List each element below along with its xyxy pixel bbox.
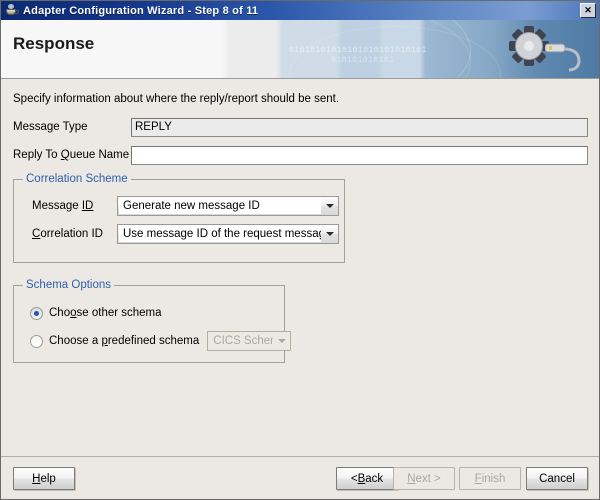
wizard-window: Adapter Configuration Wizard - Step 8 of…	[0, 0, 600, 500]
page-title: Response	[13, 34, 95, 53]
correlation-id-label: Correlation ID	[32, 228, 103, 240]
button-bar: Help < Back Next > Finish Cancel	[1, 456, 599, 499]
reply-to-queue-label: Reply To Queue Name	[13, 149, 130, 161]
help-button[interactable]: Help	[13, 467, 75, 490]
cable-icon	[544, 40, 591, 74]
message-id-combo[interactable]: Generate new message ID	[117, 196, 339, 216]
radio-label-other-schema: Choose other schema	[49, 307, 162, 319]
field-row-correlation-id: Correlation ID Use message ID of the req…	[32, 224, 339, 244]
radio-label-predefined-schema: Choose a predefined schema	[49, 335, 200, 347]
radio-choose-other-schema[interactable]: Choose other schema	[30, 304, 162, 322]
wizard-banner: Response 01010101010101010101010101 0101…	[1, 20, 599, 79]
chevron-down-icon	[321, 232, 338, 236]
message-id-combo-value: Generate new message ID	[119, 198, 321, 214]
field-row-message-type: Message Type	[13, 117, 588, 137]
java-coffee-cup-icon	[5, 3, 19, 18]
chevron-down-icon	[321, 204, 338, 208]
chevron-down-icon	[273, 339, 290, 343]
binary-text-row-2: 010101010101	[331, 56, 395, 65]
predefined-schema-combo-value: CICS Schema	[213, 335, 273, 347]
message-id-label: Message ID	[32, 200, 94, 212]
next-button[interactable]: Next >	[393, 467, 455, 490]
radio-indicator-predefined-schema[interactable]	[30, 334, 43, 348]
page-description: Specify information about where the repl…	[13, 93, 340, 105]
correlation-scheme-group: Correlation Scheme Message ID Generate n…	[13, 173, 345, 263]
close-icon[interactable]: ✕	[580, 3, 596, 18]
cancel-button[interactable]: Cancel	[526, 467, 588, 490]
radio-choose-predefined-schema[interactable]: Choose a predefined schema CICS Schema	[30, 331, 292, 351]
predefined-schema-combo[interactable]: CICS Schema	[207, 331, 292, 351]
field-row-reply-to-queue: Reply To Queue Name	[13, 145, 588, 165]
window-title: Adapter Configuration Wizard - Step 8 of…	[23, 4, 259, 17]
back-button[interactable]: < Back	[336, 467, 398, 490]
message-type-input[interactable]	[131, 117, 588, 137]
correlation-id-combo[interactable]: Use message ID of the request message	[117, 224, 339, 244]
reply-to-queue-input[interactable]	[131, 145, 588, 165]
radio-indicator-other-schema[interactable]	[30, 306, 43, 320]
content-panel: Specify information about where the repl…	[1, 79, 599, 456]
title-bar: Adapter Configuration Wizard - Step 8 of…	[1, 1, 599, 20]
correlation-id-combo-value: Use message ID of the request message	[119, 226, 321, 242]
gear-icon	[509, 26, 549, 66]
banner-artwork: 01010101010101010101010101 010101010101	[279, 20, 599, 78]
message-type-label: Message Type	[13, 121, 88, 133]
correlation-scheme-title: Correlation Scheme	[23, 173, 131, 185]
field-row-message-id: Message ID Generate new message ID	[32, 196, 339, 216]
schema-options-group: Schema Options Choose other schema Choos…	[13, 279, 292, 363]
finish-button[interactable]: Finish	[459, 467, 521, 490]
binary-text-row-1: 01010101010101010101010101	[289, 46, 427, 55]
schema-options-title: Schema Options	[23, 279, 115, 291]
title-bar-buttons: ✕	[580, 3, 596, 18]
